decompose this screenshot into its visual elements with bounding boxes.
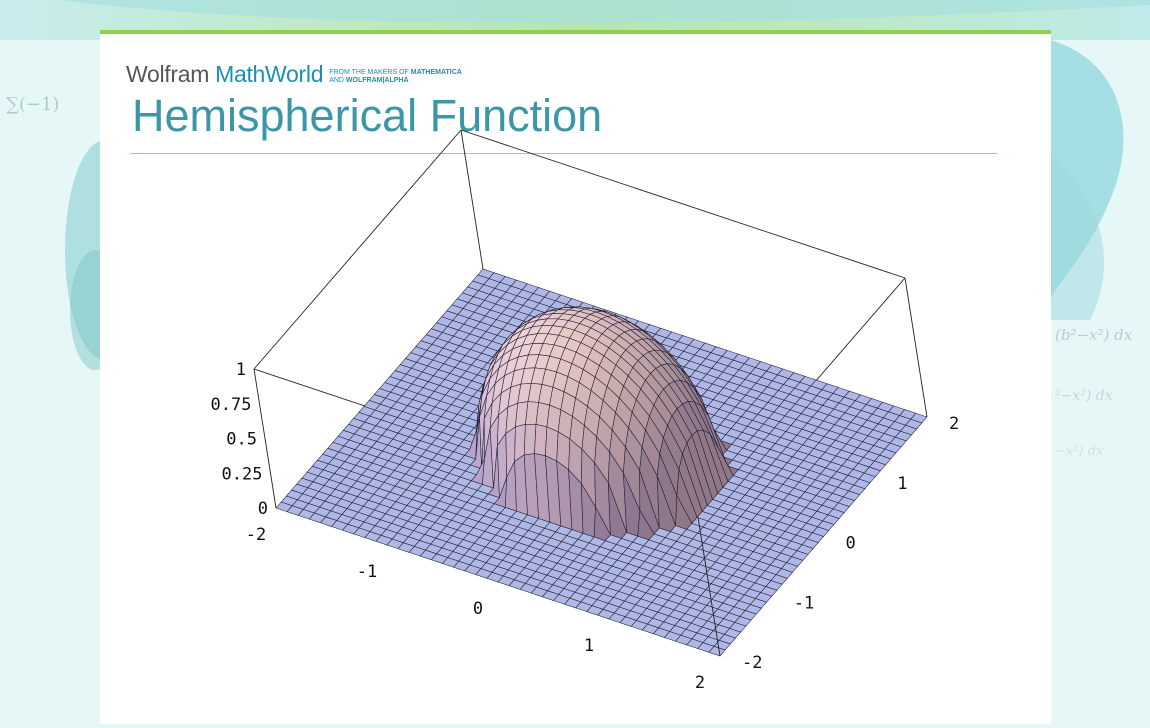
svg-text:²−x²) dx: ²−x²) dx: [1055, 388, 1113, 404]
x-tick-label: -1: [357, 562, 377, 582]
plot-box-edge: [904, 277, 928, 418]
y-tick-label: -2: [742, 653, 762, 673]
surface-cell: [523, 423, 537, 456]
x-tick-label: 0: [473, 599, 483, 619]
svg-text:∑(−1): ∑(−1): [6, 94, 59, 115]
y-tick-label: 2: [949, 414, 959, 434]
surface-cell: [534, 424, 548, 457]
hemisphere-surface-plot: -2 -1 0 1 2 -2 -1 0 1 2 0 0.25 0.5 0.75 1: [211, 129, 959, 693]
svg-text:(b²−x²) dx: (b²−x²) dx: [1055, 326, 1133, 344]
plot-box-edge: [253, 368, 277, 509]
z-tick-label: 1: [236, 360, 246, 380]
surface-cell: [545, 426, 559, 462]
z-tick-label: 0: [258, 499, 268, 519]
y-tick-label: 0: [846, 534, 856, 554]
z-tick-label: 0.25: [222, 464, 263, 484]
plot-box-edge: [460, 129, 484, 270]
content-card: Wolfram MathWorld FROM THE MAKERS OF MAT…: [100, 30, 1051, 724]
plot-box-edge: [460, 129, 906, 279]
x-tick-label: 2: [695, 673, 705, 693]
y-tick-label: 1: [897, 474, 907, 494]
z-tick-label: 0.5: [226, 430, 257, 450]
x-tick-label: -2: [246, 525, 266, 545]
y-tick-label: -1: [794, 593, 814, 613]
z-tick-label: 0.75: [211, 395, 252, 415]
x-tick-label: 1: [584, 636, 594, 656]
svg-text:−x²) dx: −x²) dx: [1055, 444, 1104, 459]
